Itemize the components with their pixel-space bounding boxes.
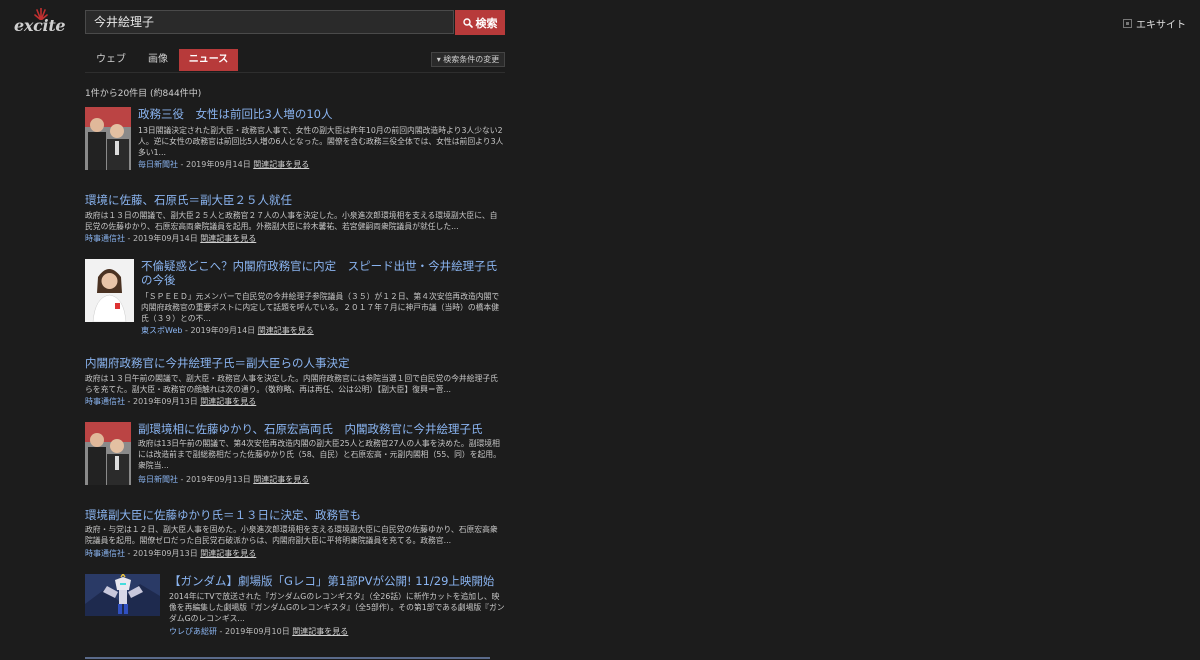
filter-button[interactable]: ▾ 検索条件の変更 (431, 52, 505, 67)
related-articles-link[interactable]: 関連記事を見る (200, 397, 256, 406)
result-item: 政務三役 女性は前回比3人増の10人 13日閣議決定された副大臣・政務官人事で、… (85, 107, 505, 173)
result-snippet: 13日閣議決定された副大臣・政務官人事で、女性の副大臣は昨年10月の前回内閣改造… (138, 126, 504, 157)
result-meta: 時事通信社 - 2019年09月14日 関連記事を見る (85, 233, 256, 244)
result-item-partial (85, 654, 505, 660)
result-meta: ウレぴあ総研 - 2019年09月10日 関連記事を見る (169, 626, 348, 637)
result-source[interactable]: 時事通信社 (85, 397, 125, 406)
tab-divider (85, 72, 505, 73)
search-button-label: 検索 (475, 16, 498, 30)
result-item: 環境に佐藤、石原氏＝副大臣２５人就任 政府は１３日の閣議で、副大臣２５人と政務官… (85, 193, 505, 245)
group-photo-icon (85, 107, 131, 170)
cut-off-title[interactable] (85, 657, 490, 659)
header: excite 今井絵理子 検索 エキサイト (0, 0, 1200, 46)
result-source[interactable]: 時事通信社 (85, 234, 125, 243)
result-date: 2019年09月14日 (190, 326, 256, 335)
result-snippet: 「ＳＰＥＥＤ」元メンバーで自民党の今井絵理子参院議員（３５）が１２日、第４次安倍… (141, 292, 500, 323)
search-input[interactable]: 今井絵理子 (85, 10, 454, 34)
result-source[interactable]: ウレぴあ総研 (169, 627, 217, 636)
result-meta: 時事通信社 - 2019年09月13日 関連記事を見る (85, 396, 256, 407)
result-item: 副環境相に佐藤ゆかり、石原宏高両氏 内閣政務官に今井絵理子氏 政府は13日午前の… (85, 422, 505, 488)
result-item: 環境副大臣に佐藤ゆかり氏＝１３日に決定、政務官も 政府・与党は１２日、副大臣人事… (85, 508, 505, 560)
result-date: 2019年09月14日 (185, 160, 251, 169)
result-item: 【ガンダム】劇場版「Gレコ」第1部PVが公開! 11/29上映開始 2014年に… (85, 574, 505, 640)
site-link-label: エキサイト (1136, 20, 1186, 31)
excite-site-link[interactable]: エキサイト (1123, 16, 1186, 31)
related-articles-link[interactable]: 関連記事を見る (200, 549, 256, 558)
tab-images[interactable]: 画像 (137, 49, 179, 71)
result-title[interactable]: 内閣府政務官に今井絵理子氏＝副大臣らの人事決定 (85, 356, 350, 370)
result-title[interactable]: 政務三役 女性は前回比3人増の10人 (138, 107, 332, 121)
filter-arrow-icon: ▾ (436, 55, 441, 64)
related-articles-link[interactable]: 関連記事を見る (253, 475, 309, 484)
result-date: 2019年09月10日 (224, 627, 290, 636)
result-item: 内閣府政務官に今井絵理子氏＝副大臣らの人事決定 政府は１３日午前の閣議で、副大臣… (85, 356, 505, 408)
result-snippet: 政府は１３日の閣議で、副大臣２５人と政務官２７人の人事を決定した。小泉進次郎環境… (85, 211, 498, 231)
gundam-icon (85, 574, 160, 616)
result-title[interactable]: 環境副大臣に佐藤ゆかり氏＝１３日に決定、政務官も (85, 508, 361, 522)
filter-button-label: 検索条件の変更 (443, 55, 500, 64)
result-thumbnail[interactable] (85, 259, 134, 322)
result-source[interactable]: 東スポWeb (141, 326, 182, 335)
result-snippet: 2014年にTVで放送された『ガンダムGのレコンギスタ』（全26話）に新作カット… (169, 592, 505, 623)
result-source[interactable]: 毎日新聞社 (138, 160, 178, 169)
result-date: 2019年09月14日 (132, 234, 198, 243)
result-count: 1件から20件目 (約844件中) (85, 89, 202, 99)
result-meta: 毎日新聞社 - 2019年09月14日 関連記事を見る (138, 159, 309, 170)
result-title[interactable]: 不倫疑惑どこへ？内閣府政務官に内定 スピード出世・今井絵理子氏の今後 (141, 259, 505, 287)
result-item: 不倫疑惑どこへ？内閣府政務官に内定 スピード出世・今井絵理子氏の今後 「ＳＰＥＥ… (85, 259, 505, 339)
related-articles-link[interactable]: 関連記事を見る (200, 234, 256, 243)
tab-web[interactable]: ウェブ (85, 49, 137, 71)
result-source[interactable]: 時事通信社 (85, 549, 125, 558)
result-meta: 毎日新聞社 - 2019年09月13日 関連記事を見る (138, 474, 309, 485)
tab-news[interactable]: ニュース (179, 49, 238, 71)
result-title[interactable]: 副環境相に佐藤ゆかり、石原宏高両氏 内閣政務官に今井絵理子氏 (138, 422, 483, 436)
result-date: 2019年09月13日 (132, 549, 198, 558)
portrait-icon (85, 259, 134, 322)
result-meta: 東スポWeb - 2019年09月14日 関連記事を見る (141, 325, 314, 336)
result-thumbnail[interactable] (85, 574, 160, 616)
site-icon (1123, 19, 1132, 28)
result-snippet: 政府は13日午前の閣議で、第4次安倍再改造内閣の副大臣25人と政務官27人の人事… (138, 439, 501, 470)
related-articles-link[interactable]: 関連記事を見る (258, 326, 314, 335)
result-snippet: 政府・与党は１２日、副大臣人事を固めた。小泉進次郎環境相を支える環境副大臣に自民… (85, 525, 498, 545)
result-snippet: 政府は１３日午前の閣議で、副大臣・政務官人事を決定した。内閣府政務官には参院当選… (85, 374, 498, 394)
group-photo-icon (85, 422, 131, 485)
result-thumbnail[interactable] (85, 107, 131, 170)
excite-logo[interactable]: excite (14, 8, 74, 38)
related-articles-link[interactable]: 関連記事を見る (253, 160, 309, 169)
result-date: 2019年09月13日 (185, 475, 251, 484)
related-articles-link[interactable]: 関連記事を見る (292, 627, 348, 636)
result-title[interactable]: 環境に佐藤、石原氏＝副大臣２５人就任 (85, 193, 292, 207)
result-meta: 時事通信社 - 2019年09月13日 関連記事を見る (85, 548, 256, 559)
search-icon (462, 17, 473, 28)
result-source[interactable]: 毎日新聞社 (138, 475, 178, 484)
logo-text: excite (14, 16, 66, 35)
result-date: 2019年09月13日 (132, 397, 198, 406)
result-thumbnail[interactable] (85, 422, 131, 485)
result-title[interactable]: 【ガンダム】劇場版「Gレコ」第1部PVが公開! 11/29上映開始 (169, 574, 494, 588)
search-button[interactable]: 検索 (455, 10, 505, 35)
